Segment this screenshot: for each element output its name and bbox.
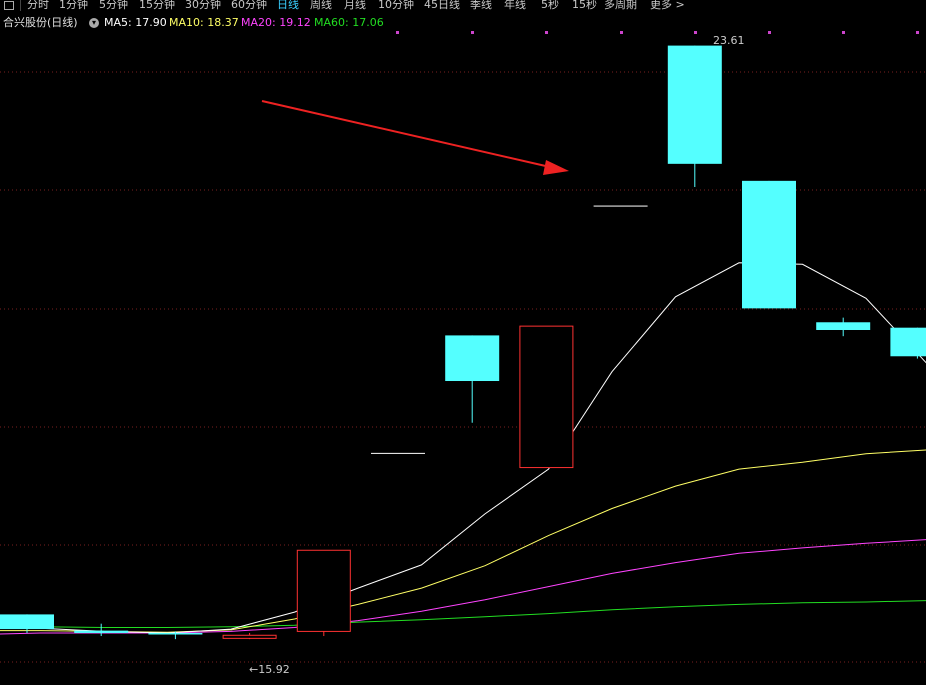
candle-body-down — [371, 452, 425, 454]
ma60-line — [0, 600, 926, 628]
candle-body-down — [593, 205, 648, 207]
candle-body-down — [0, 614, 54, 630]
candle-body-down — [816, 322, 871, 330]
candle-body-down — [742, 180, 796, 309]
ma5-line — [0, 262, 926, 634]
arrow-head — [543, 160, 569, 175]
candle-body-down — [890, 327, 926, 357]
high-price-label: 23.61 — [713, 34, 745, 47]
annotation-arrow — [261, 100, 569, 175]
candle-body-down — [667, 45, 722, 164]
candlestick-chart[interactable]: 23.61 ←15.92 — [0, 0, 926, 685]
arrow-shaft — [261, 100, 551, 168]
candle-body-up — [296, 549, 351, 632]
candle-body-down — [148, 632, 203, 635]
candle-body-down — [74, 630, 129, 633]
top-marker-dots — [396, 31, 919, 34]
moving-average-lines — [0, 262, 926, 635]
ma20-line — [0, 539, 926, 635]
candles — [0, 45, 926, 640]
marker-dot — [768, 31, 771, 34]
marker-dot — [694, 31, 697, 34]
candle-body-up — [222, 634, 277, 639]
marker-dot — [396, 31, 399, 34]
marker-dot — [471, 31, 474, 34]
low-price-label: ←15.92 — [249, 663, 290, 676]
marker-dot — [842, 31, 845, 34]
candle-body-down — [445, 335, 500, 382]
marker-dot — [916, 31, 919, 34]
ma10-line — [0, 449, 926, 633]
marker-dot — [620, 31, 623, 34]
candle-body-up — [519, 325, 574, 469]
marker-dot — [545, 31, 548, 34]
